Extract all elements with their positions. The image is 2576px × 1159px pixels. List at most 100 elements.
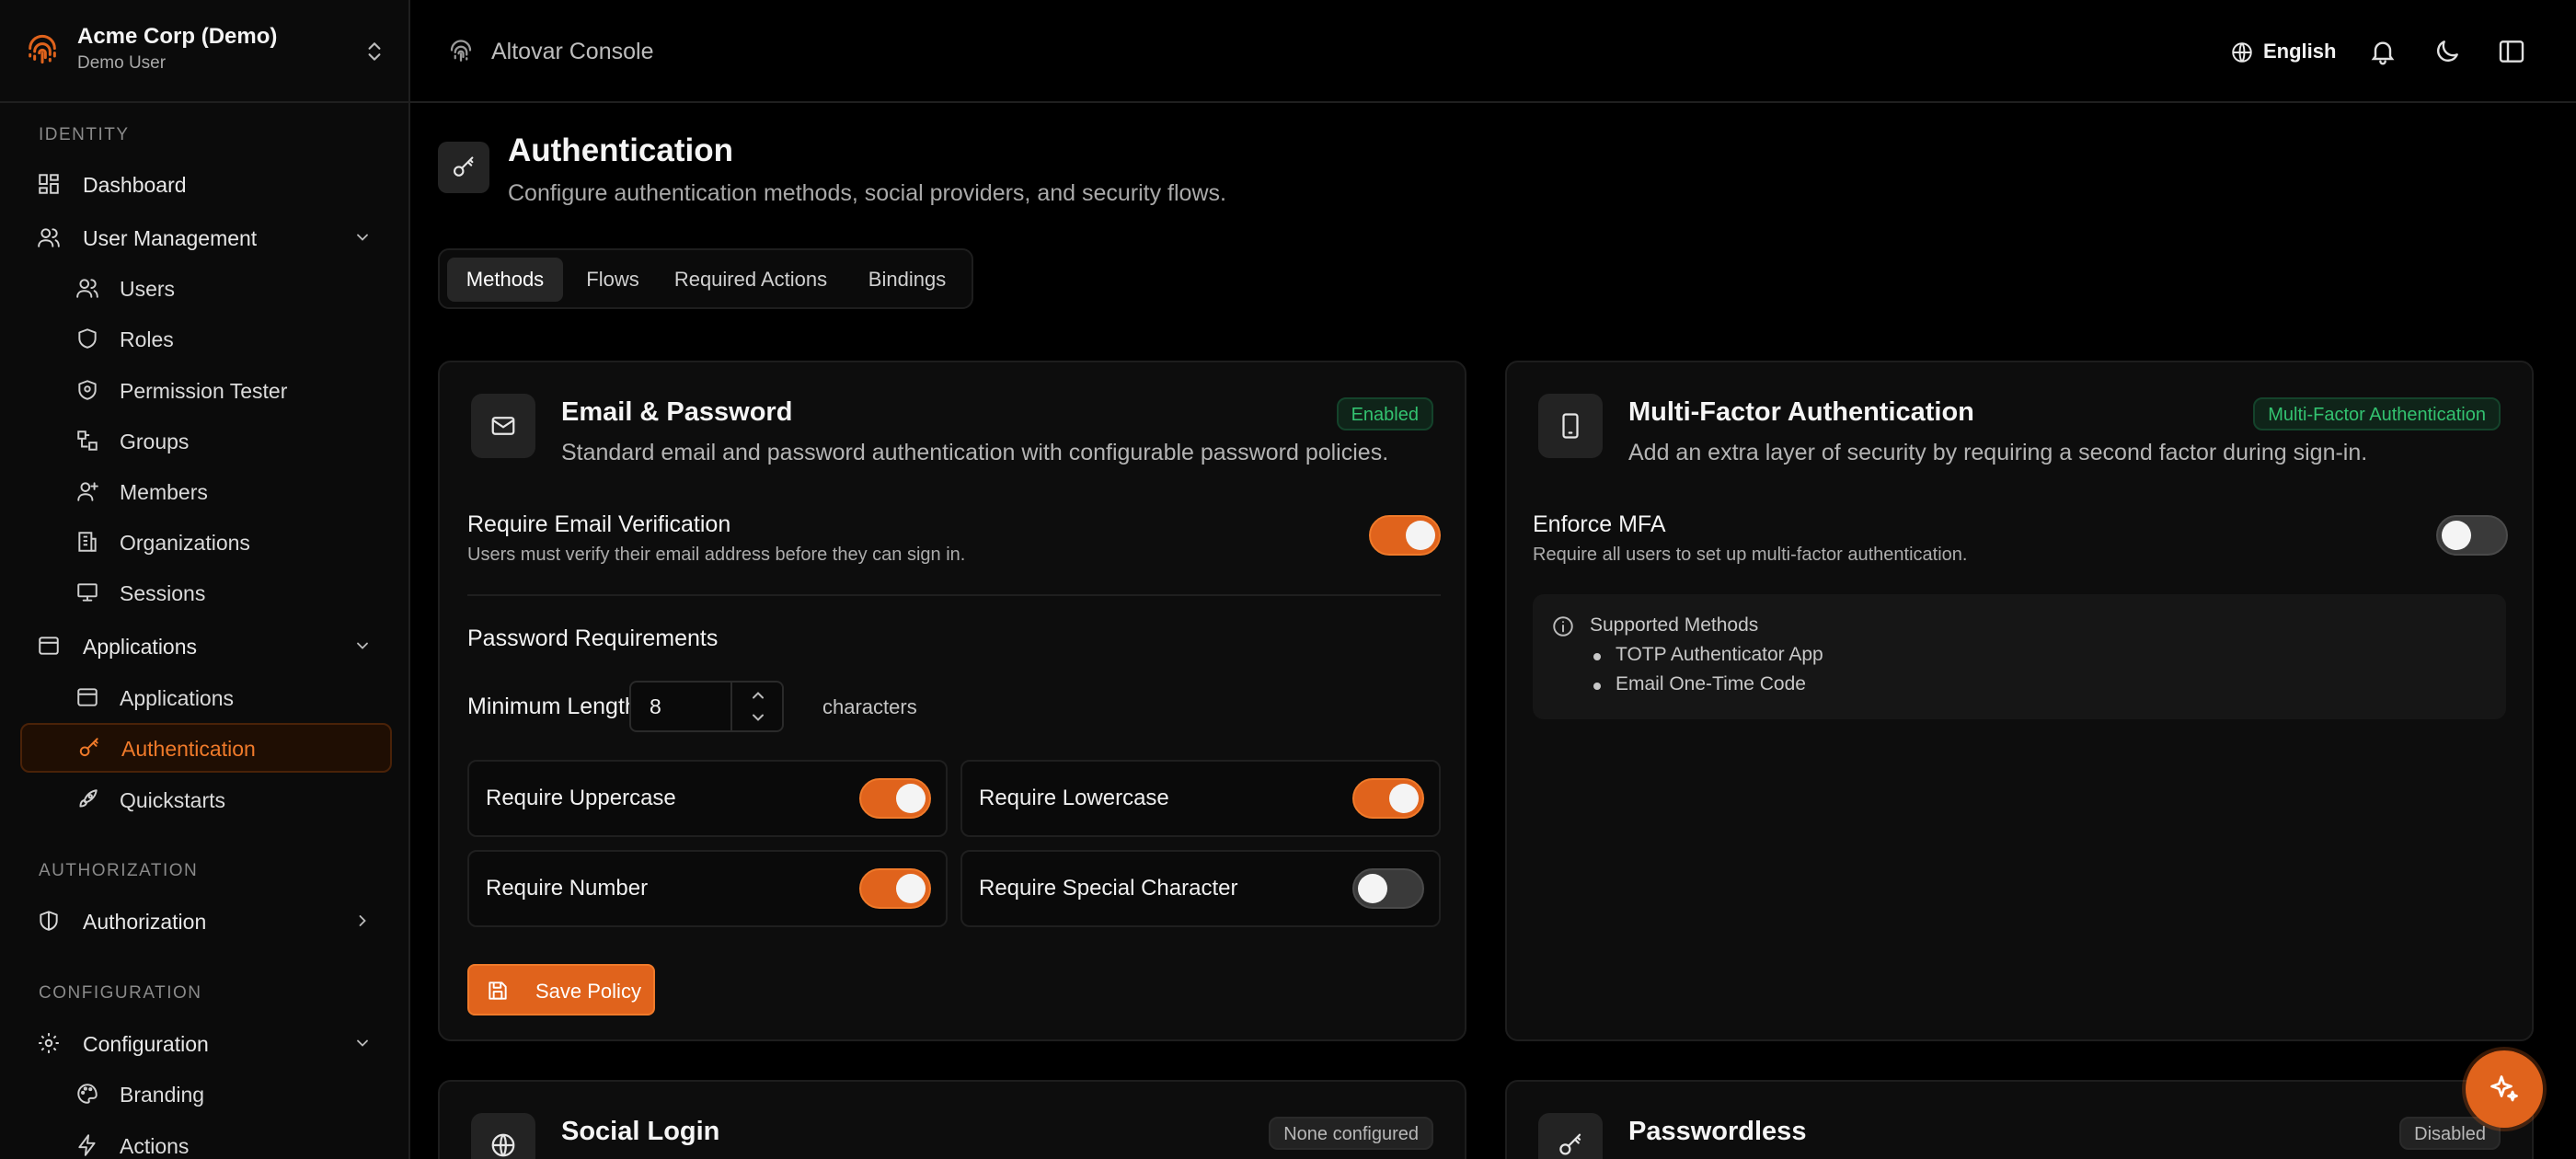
- users-icon: [38, 228, 60, 247]
- sidebar-item-authentication[interactable]: Authentication: [20, 723, 392, 773]
- sidebar-item-label: Branding: [120, 1083, 205, 1107]
- mfa-card: Multi-Factor Authentication Add an extra…: [1505, 361, 2534, 1041]
- sidebar-item-label: Users: [120, 277, 176, 301]
- sidebar-item-groups[interactable]: Groups: [20, 416, 392, 465]
- globe-icon: [2232, 42, 2252, 63]
- password-requirements-heading: Password Requirements: [467, 625, 719, 651]
- sidebar-item-label: Organizations: [120, 531, 250, 555]
- language-button[interactable]: English: [2230, 35, 2340, 70]
- save-policy-label: Save Policy: [535, 980, 641, 1003]
- card-title: Social Login: [561, 1117, 720, 1146]
- card-description: Add an extra layer of security by requir…: [1628, 440, 2368, 465]
- page-subtitle: Configure authentication methods, social…: [508, 180, 1226, 206]
- sidebar-item-label: Authentication: [121, 737, 256, 761]
- method-item: TOTP Authenticator App: [1616, 644, 1823, 665]
- chevron-down-icon: [357, 234, 368, 241]
- verify-email-toggle[interactable]: [1369, 515, 1441, 556]
- sidebar-item-permission-tester[interactable]: Permission Tester: [20, 365, 392, 415]
- sidebar-item-label: Roles: [120, 327, 174, 351]
- sidebar-item-applications-group[interactable]: Applications: [20, 621, 392, 671]
- sidebar-item-label: Applications: [83, 635, 198, 659]
- bullet: [1593, 653, 1601, 660]
- monitor-icon: [77, 583, 98, 602]
- sidebar-item-actions[interactable]: Actions: [20, 1120, 392, 1159]
- section-label-configuration: CONFIGURATION: [39, 983, 202, 1003]
- social-login-card: Social Login None configured: [438, 1080, 1466, 1159]
- status-badge: Multi-Factor Authentication: [2253, 397, 2501, 430]
- card-icon: [1538, 1113, 1603, 1159]
- app-window-icon: [39, 637, 59, 655]
- chevron-down-icon[interactable]: [749, 708, 767, 727]
- require-lowercase-box: Require Lowercase: [960, 760, 1441, 837]
- method-item: Email One-Time Code: [1616, 673, 1806, 694]
- enforce-mfa-desc: Require all users to set up multi-factor…: [1533, 545, 1968, 565]
- min-length-stepper[interactable]: 8: [629, 681, 784, 732]
- fingerprint-icon: [450, 40, 472, 62]
- chevron-up-icon[interactable]: [749, 686, 767, 705]
- require-uppercase-toggle[interactable]: [859, 778, 931, 819]
- require-number-toggle[interactable]: [859, 868, 931, 909]
- sidebar-item-branding[interactable]: Branding: [20, 1069, 392, 1119]
- sidebar-item-configuration[interactable]: Configuration: [20, 1018, 392, 1068]
- language-label: English: [2263, 40, 2337, 63]
- email-password-card: Email & Password Standard email and pass…: [438, 361, 1466, 1041]
- card-icon: [471, 1113, 535, 1159]
- smartphone-icon: [1562, 413, 1579, 439]
- require-lowercase-label: Require Lowercase: [979, 786, 1169, 810]
- ai-assistant-button[interactable]: [2466, 1050, 2543, 1128]
- chevron-down-icon: [357, 1039, 368, 1047]
- shield-check-icon: [78, 380, 97, 400]
- enforce-mfa-title: Enforce MFA: [1533, 511, 1666, 537]
- require-uppercase-label: Require Uppercase: [486, 786, 676, 810]
- section-label-identity: IDENTITY: [39, 125, 130, 144]
- shield-icon: [78, 328, 97, 349]
- gear-icon: [39, 1033, 59, 1053]
- card-title: Passwordless: [1628, 1117, 1807, 1146]
- sidebar-item-label: Authorization: [83, 910, 207, 934]
- sparkles-icon: [2490, 1075, 2518, 1102]
- sidebar-item-sessions[interactable]: Sessions: [20, 568, 392, 617]
- bell-icon[interactable]: [2368, 37, 2398, 66]
- card-title: Email & Password: [561, 397, 793, 427]
- supported-methods-box: Supported Methods TOTP Authenticator App…: [1533, 594, 2506, 719]
- bolt-icon: [78, 1134, 96, 1156]
- moon-icon[interactable]: [2432, 37, 2462, 66]
- sidebar-item-applications[interactable]: Applications: [20, 672, 392, 722]
- card-icon: [1538, 394, 1603, 458]
- sidebar-item-label: Configuration: [83, 1032, 209, 1056]
- panel-toggle-icon[interactable]: [2497, 37, 2526, 66]
- sidebar: Acme Corp (Demo) Demo User IDENTITY Dash…: [0, 0, 410, 1159]
- sidebar-item-roles[interactable]: Roles: [20, 314, 392, 363]
- app-window-icon: [77, 688, 98, 706]
- sidebar-item-organizations[interactable]: Organizations: [20, 517, 392, 567]
- section-label-authorization: AUTHORIZATION: [39, 861, 199, 880]
- verify-email-desc: Users must verify their email address be…: [467, 545, 966, 565]
- tab-bindings[interactable]: Bindings: [848, 258, 966, 302]
- tab-methods[interactable]: Methods: [447, 258, 563, 302]
- sidebar-item-dashboard[interactable]: Dashboard: [20, 159, 392, 209]
- sidebar-item-users[interactable]: Users: [20, 263, 392, 313]
- chevron-down-icon: [357, 642, 368, 649]
- tab-flows[interactable]: Flows: [572, 258, 653, 302]
- sidebar-item-members[interactable]: Members: [20, 466, 392, 516]
- key-icon: [454, 156, 474, 177]
- require-special-toggle[interactable]: [1352, 868, 1424, 909]
- sidebar-item-label: Permission Tester: [120, 379, 288, 403]
- passwordless-card: Passwordless Disabled: [1505, 1080, 2534, 1159]
- chevrons-up-down-icon[interactable]: [362, 39, 386, 64]
- card-title: Multi-Factor Authentication: [1628, 397, 1974, 427]
- divider: [467, 594, 1441, 596]
- stepper-divider: [730, 683, 732, 730]
- require-lowercase-toggle[interactable]: [1352, 778, 1424, 819]
- info-icon: [1553, 616, 1573, 637]
- org-switcher[interactable]: Acme Corp (Demo) Demo User: [0, 0, 408, 103]
- users-icon: [76, 279, 98, 298]
- save-policy-button[interactable]: Save Policy: [467, 964, 655, 1016]
- sidebar-item-authorization[interactable]: Authorization: [20, 896, 392, 946]
- enforce-mfa-toggle[interactable]: [2436, 515, 2508, 556]
- dashboard-icon: [39, 174, 59, 194]
- tab-required-actions[interactable]: Required Actions: [662, 258, 839, 302]
- sidebar-item-quickstarts[interactable]: Quickstarts: [20, 775, 392, 824]
- sidebar-item-user-management[interactable]: User Management: [20, 212, 392, 262]
- page-title: Authentication: [508, 132, 733, 168]
